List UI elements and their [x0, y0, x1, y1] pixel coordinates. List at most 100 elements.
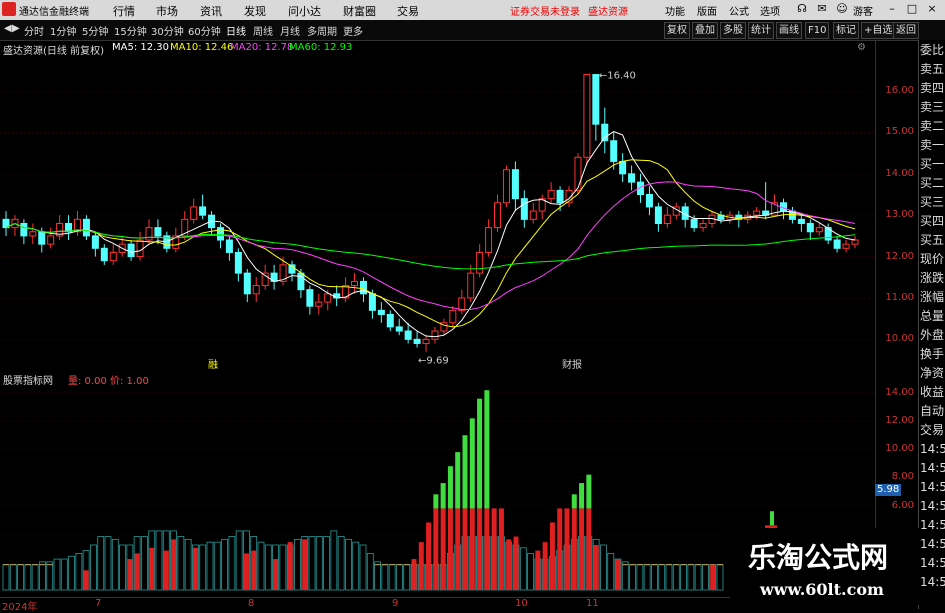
broker-link[interactable]: 盛达资源	[588, 3, 628, 18]
indicator-band-bar	[374, 561, 381, 591]
menu-wealth[interactable]: 财富圈	[343, 3, 376, 19]
draw-line-button[interactable]: 画线	[776, 22, 802, 39]
back-icon[interactable]: ◀	[4, 23, 12, 34]
menu-trade[interactable]: 交易	[397, 3, 419, 19]
period-tab[interactable]: 30分钟	[151, 23, 184, 38]
period-tab[interactable]: 15分钟	[114, 23, 147, 38]
period-tab[interactable]: 多周期	[307, 23, 337, 38]
period-tab[interactable]: 5分钟	[82, 23, 108, 38]
close-icon[interactable]: ×	[925, 2, 939, 16]
menu-news[interactable]: 资讯	[200, 3, 222, 19]
indicator-band-bar	[141, 536, 148, 591]
adjust-button[interactable]: 复权	[664, 22, 690, 39]
candle-body	[806, 222, 814, 233]
indicator-band-bar	[337, 536, 345, 591]
period-tab[interactable]: 1分钟	[50, 23, 76, 38]
indicator-green-bar	[770, 511, 774, 526]
settings-gear-icon[interactable]: ⚙	[857, 42, 866, 53]
menu-market-quotes[interactable]: 行情	[113, 3, 135, 19]
menu-discover[interactable]: 发现	[244, 3, 266, 19]
candle-body	[797, 218, 805, 224]
add-favorite-button[interactable]: +自选	[861, 22, 896, 39]
indicator-red-bar	[163, 550, 169, 590]
quote-panel-label: 委比	[920, 43, 945, 57]
mark-button[interactable]: 标记	[833, 22, 859, 39]
menu-layout[interactable]: 版面	[697, 3, 717, 18]
candle-body	[190, 206, 198, 220]
candle-body	[842, 243, 850, 249]
period-tab-active[interactable]: 日线	[226, 23, 246, 38]
candle-body	[297, 272, 305, 291]
indicator-red-bar	[513, 536, 519, 590]
candle-body	[136, 239, 144, 258]
indicator-red-bar	[491, 508, 497, 590]
indicator-band-bar	[119, 544, 126, 591]
menu-market[interactable]: 市场	[156, 3, 178, 19]
candle-body	[252, 285, 260, 295]
indicator-band-bar	[206, 541, 214, 591]
more-dropdown[interactable]: 更多	[343, 23, 363, 38]
indicator-band-bar	[264, 544, 272, 591]
period-tab[interactable]: 60分钟	[188, 23, 221, 38]
f10-button[interactable]: F10	[805, 22, 830, 39]
price-axis: 16.00 15.00 14.00 13.00 12.00 11.00 10.00	[875, 40, 918, 370]
indicator-red-bar	[243, 553, 249, 590]
multi-stock-button[interactable]: 多股	[720, 22, 746, 39]
quote-panel-label: 交易	[920, 423, 945, 437]
period-toolbar: ◀ ▶ 分时 1分钟 5分钟 15分钟 30分钟 60分钟 日线 周线 月线 多…	[0, 20, 945, 41]
forward-icon[interactable]: ▶	[12, 23, 20, 34]
indicator-band-bar	[97, 536, 105, 591]
indicator-band-bar	[46, 561, 54, 591]
quote-panel-label: 14:5	[920, 537, 945, 551]
candle-body	[494, 202, 502, 229]
price-tick-label: 10.00	[885, 333, 914, 345]
period-tab[interactable]: 月线	[280, 23, 300, 38]
indicator-values: 量: 0.00 价: 1.00	[68, 376, 149, 387]
candle-body	[663, 214, 671, 224]
message-icon[interactable]: ✉	[815, 2, 829, 16]
indicator-band-bar	[221, 538, 228, 591]
indicator-red-bar	[469, 508, 475, 590]
indicator-band-bar	[199, 544, 207, 591]
candle-body	[395, 326, 403, 332]
app-title: 通达信金融终端	[19, 7, 89, 18]
indicator-red-bar	[586, 508, 592, 590]
return-button[interactable]: 返回	[893, 22, 919, 39]
headset-icon[interactable]: ☊	[795, 2, 809, 16]
indicator-band-bar	[527, 553, 534, 591]
quote-panel-label: 14:5	[920, 556, 945, 570]
period-tab[interactable]: 分时	[24, 23, 44, 38]
user-icon[interactable]: ☺	[835, 2, 849, 16]
watermark-logo: 乐淘公式网 www.60lt.com	[730, 528, 920, 605]
quote-panel-label: 14:5	[920, 480, 945, 494]
indicator-band-bar	[352, 541, 360, 591]
indicator-band-bar	[672, 564, 680, 591]
candle-body	[404, 330, 412, 340]
indicator-red-bar	[83, 570, 89, 590]
menu-ask[interactable]: 问小达	[288, 3, 321, 19]
date-label: 8	[248, 598, 255, 609]
menu-options[interactable]: 选项	[760, 3, 780, 18]
quote-panel-label: 卖三	[920, 100, 945, 114]
guest-login[interactable]: 游客	[853, 3, 873, 18]
indicator-band-bar	[235, 530, 243, 591]
candle-body	[449, 309, 457, 324]
candlestick-chart[interactable]: ←16.40 ←9.69 融 财报	[0, 40, 875, 370]
menu-function[interactable]: 功能	[665, 3, 685, 18]
indicator-band-bar	[330, 530, 338, 591]
indicator-band-bar	[17, 564, 24, 591]
watermark-title: 乐淘公式网	[748, 541, 889, 574]
minimize-icon[interactable]: –	[885, 2, 899, 16]
menu-formula[interactable]: 公式	[729, 3, 749, 18]
candle-body	[413, 338, 421, 344]
period-tab[interactable]: 周线	[253, 23, 273, 38]
statistics-button[interactable]: 统计	[748, 22, 774, 39]
indicator-band-bar	[694, 564, 702, 591]
overlay-button[interactable]: 叠加	[692, 22, 718, 39]
indicator-red-bar	[287, 542, 293, 590]
trade-login-status[interactable]: 证券交易未登录	[510, 3, 580, 18]
maximize-icon[interactable]: □	[905, 2, 919, 16]
candle-body	[502, 169, 510, 204]
low-price-label: ←9.69	[418, 356, 449, 367]
candle-body	[324, 293, 332, 303]
